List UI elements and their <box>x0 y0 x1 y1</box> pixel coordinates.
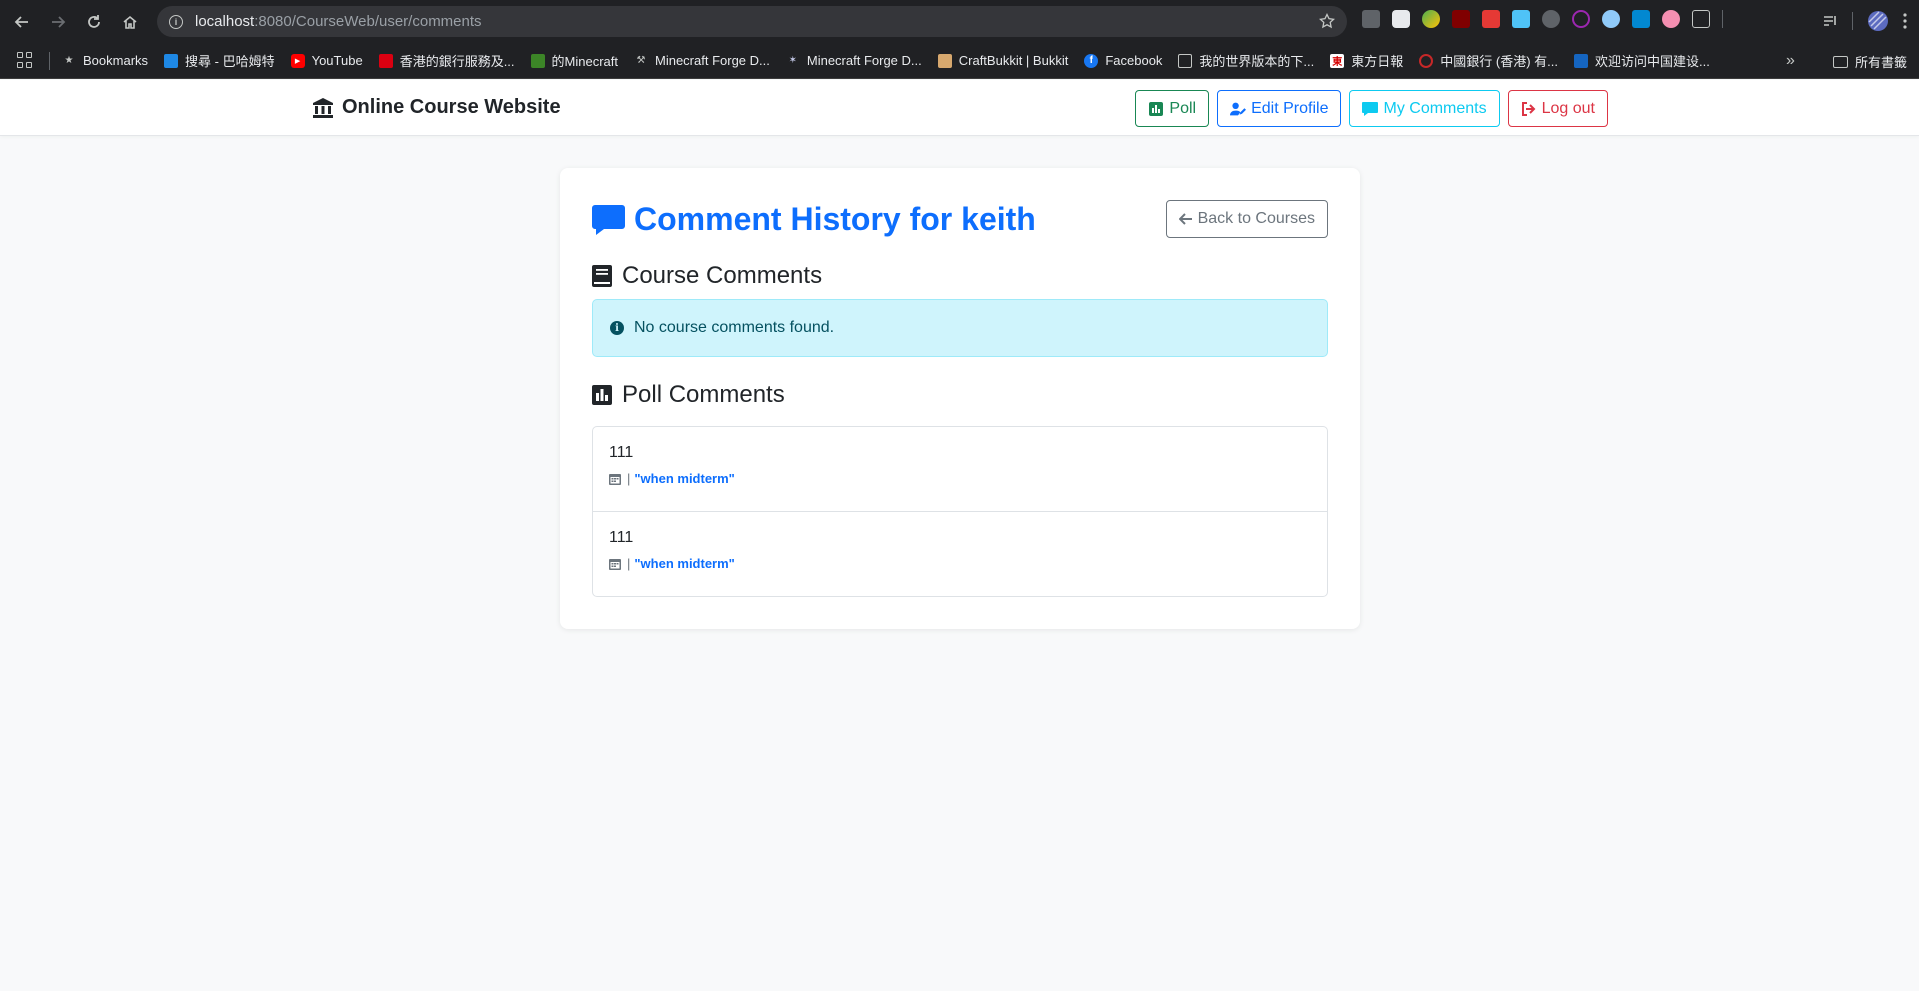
site-brand[interactable]: Online Course Website <box>312 96 561 119</box>
extension-icon[interactable] <box>1362 10 1380 28</box>
puzzle-extensions-icon[interactable] <box>1692 10 1710 28</box>
youtube-icon: ▶ <box>290 53 305 68</box>
more-bookmarks-chevron-icon[interactable]: » <box>1786 52 1795 70</box>
toolbar-divider <box>1852 12 1853 30</box>
bahamut-icon <box>164 53 179 68</box>
facebook-icon: f <box>1084 53 1099 68</box>
bookmark-item[interactable]: 欢迎访问中国建设... <box>1574 51 1710 70</box>
bookmark-item[interactable]: 我的世界版本的下... <box>1178 51 1314 70</box>
bookmark-item[interactable]: 搜尋 - 巴哈姆特 <box>164 51 275 70</box>
comment-meta: | "when midterm" <box>609 471 1311 486</box>
address-bar[interactable]: i localhost:8080/CourseWeb/user/comments <box>157 6 1347 37</box>
forge-icon: ⚒ <box>636 55 646 66</box>
extension-icon[interactable] <box>1602 10 1620 28</box>
extension-icon[interactable] <box>1422 10 1440 28</box>
sign-out-icon <box>1521 101 1536 116</box>
comment-icon <box>592 205 625 235</box>
user-edit-icon <box>1230 102 1247 115</box>
bookmark-item[interactable]: ▶ YouTube <box>290 53 363 68</box>
navbar-actions: Poll Edit Profile My Comments Log out <box>1135 90 1608 127</box>
bookmark-item[interactable]: ⚒ Minecraft Forge D... <box>634 53 770 68</box>
bookmark-item[interactable]: 的Minecraft <box>530 51 618 70</box>
extension-icon[interactable] <box>1542 10 1560 28</box>
poll-button[interactable]: Poll <box>1135 90 1210 127</box>
meta-separator: | <box>627 471 631 486</box>
bookmark-item[interactable]: 香港的銀行服務及... <box>378 51 515 70</box>
bookmark-item[interactable]: CraftBukkit | Bukkit <box>937 53 1068 68</box>
app-navbar: Online Course Website Poll Edit Profile … <box>0 80 1919 136</box>
back-arrow-icon[interactable] <box>8 8 36 36</box>
apps-grid-icon[interactable] <box>17 51 35 70</box>
ccb-icon <box>1574 53 1588 68</box>
extension-icon[interactable] <box>1662 10 1680 28</box>
list-item: 111 | "when midterm" <box>593 512 1327 597</box>
poll-comments-heading: Poll Comments <box>592 381 785 409</box>
star-icon: ★ <box>64 55 74 66</box>
edit-profile-button[interactable]: Edit Profile <box>1217 90 1342 127</box>
bookmark-item[interactable]: ★ Bookmarks <box>62 53 149 68</box>
minecraft-icon <box>530 53 545 68</box>
comment-text: 111 <box>609 529 634 546</box>
reload-icon[interactable] <box>80 8 108 36</box>
chart-square-icon <box>592 385 612 405</box>
comment-history-card: Comment History for keith Back to Course… <box>560 168 1360 629</box>
my-comments-button[interactable]: My Comments <box>1349 90 1500 127</box>
no-comments-alert: i No course comments found. <box>592 299 1328 357</box>
extension-icon[interactable] <box>1392 10 1410 28</box>
ublock-icon[interactable] <box>1452 10 1470 28</box>
list-item: 111 | "when midterm" <box>593 427 1327 512</box>
bookmarks-divider <box>49 51 50 70</box>
bookmark-item[interactable]: ✶ Minecraft Forge D... <box>786 53 922 68</box>
site-info-icon[interactable]: i <box>169 14 183 29</box>
toolbar-divider <box>1722 10 1723 28</box>
kebab-menu-icon[interactable] <box>1903 13 1907 29</box>
brand-name: Online Course Website <box>342 96 561 118</box>
all-bookmarks-folder[interactable]: 所有書籤 <box>1833 52 1907 71</box>
home-icon[interactable] <box>116 8 144 36</box>
logout-button[interactable]: Log out <box>1507 90 1608 127</box>
calendar-icon <box>609 558 621 570</box>
page-title: Comment History for keith <box>592 201 1036 238</box>
profile-avatar-icon[interactable] <box>1867 10 1889 32</box>
bar-chart-icon <box>1149 101 1164 116</box>
course-comments-heading: Course Comments <box>592 262 822 290</box>
hsbc-icon <box>378 53 393 68</box>
bookmark-item[interactable]: f Facebook <box>1084 53 1162 68</box>
calendar-icon <box>609 473 621 485</box>
info-circle-icon: i <box>610 321 624 335</box>
extension-icon[interactable] <box>1632 10 1650 28</box>
poll-comments-list: 111 | "when midterm" 111 | "when midterm… <box>592 426 1328 597</box>
bookmark-item[interactable]: 東東方日報 <box>1330 51 1403 70</box>
bookmark-star-icon[interactable] <box>1319 13 1335 29</box>
url-text[interactable]: localhost:8080/CourseWeb/user/comments <box>195 13 482 30</box>
browser-menu-area <box>1822 10 1907 32</box>
bukkit-icon <box>937 53 952 68</box>
back-to-courses-button[interactable]: Back to Courses <box>1165 200 1328 238</box>
extension-icon[interactable] <box>1512 10 1530 28</box>
meta-separator: | <box>627 556 631 571</box>
folder-icon <box>1833 55 1848 68</box>
boc-icon <box>1419 53 1434 68</box>
extension-icon[interactable] <box>1572 10 1590 28</box>
forge-anvil-icon: ✶ <box>788 55 798 66</box>
extension-icon[interactable] <box>1482 10 1500 28</box>
media-control-icon[interactable] <box>1822 13 1838 29</box>
arrow-left-icon <box>1178 213 1192 225</box>
poll-link[interactable]: "when midterm" <box>634 556 734 571</box>
poll-link[interactable]: "when midterm" <box>634 471 734 486</box>
forward-arrow-icon[interactable] <box>44 8 72 36</box>
image-icon <box>1178 53 1193 68</box>
comment-icon <box>1362 101 1379 116</box>
browser-toolbar: i localhost:8080/CourseWeb/user/comments <box>0 0 1919 43</box>
bookmarks-bar: ★ Bookmarks 搜尋 - 巴哈姆特 ▶ YouTube 香港的銀行服務及..… <box>0 43 1919 79</box>
book-icon <box>592 265 612 287</box>
comment-text: 111 <box>609 444 634 461</box>
university-building-icon <box>313 97 333 118</box>
comment-meta: | "when midterm" <box>609 556 1311 571</box>
bookmark-item[interactable]: 中國銀行 (香港) 有... <box>1419 51 1558 70</box>
extensions-bar <box>1362 10 1723 28</box>
oriental-daily-icon: 東 <box>1330 53 1345 68</box>
